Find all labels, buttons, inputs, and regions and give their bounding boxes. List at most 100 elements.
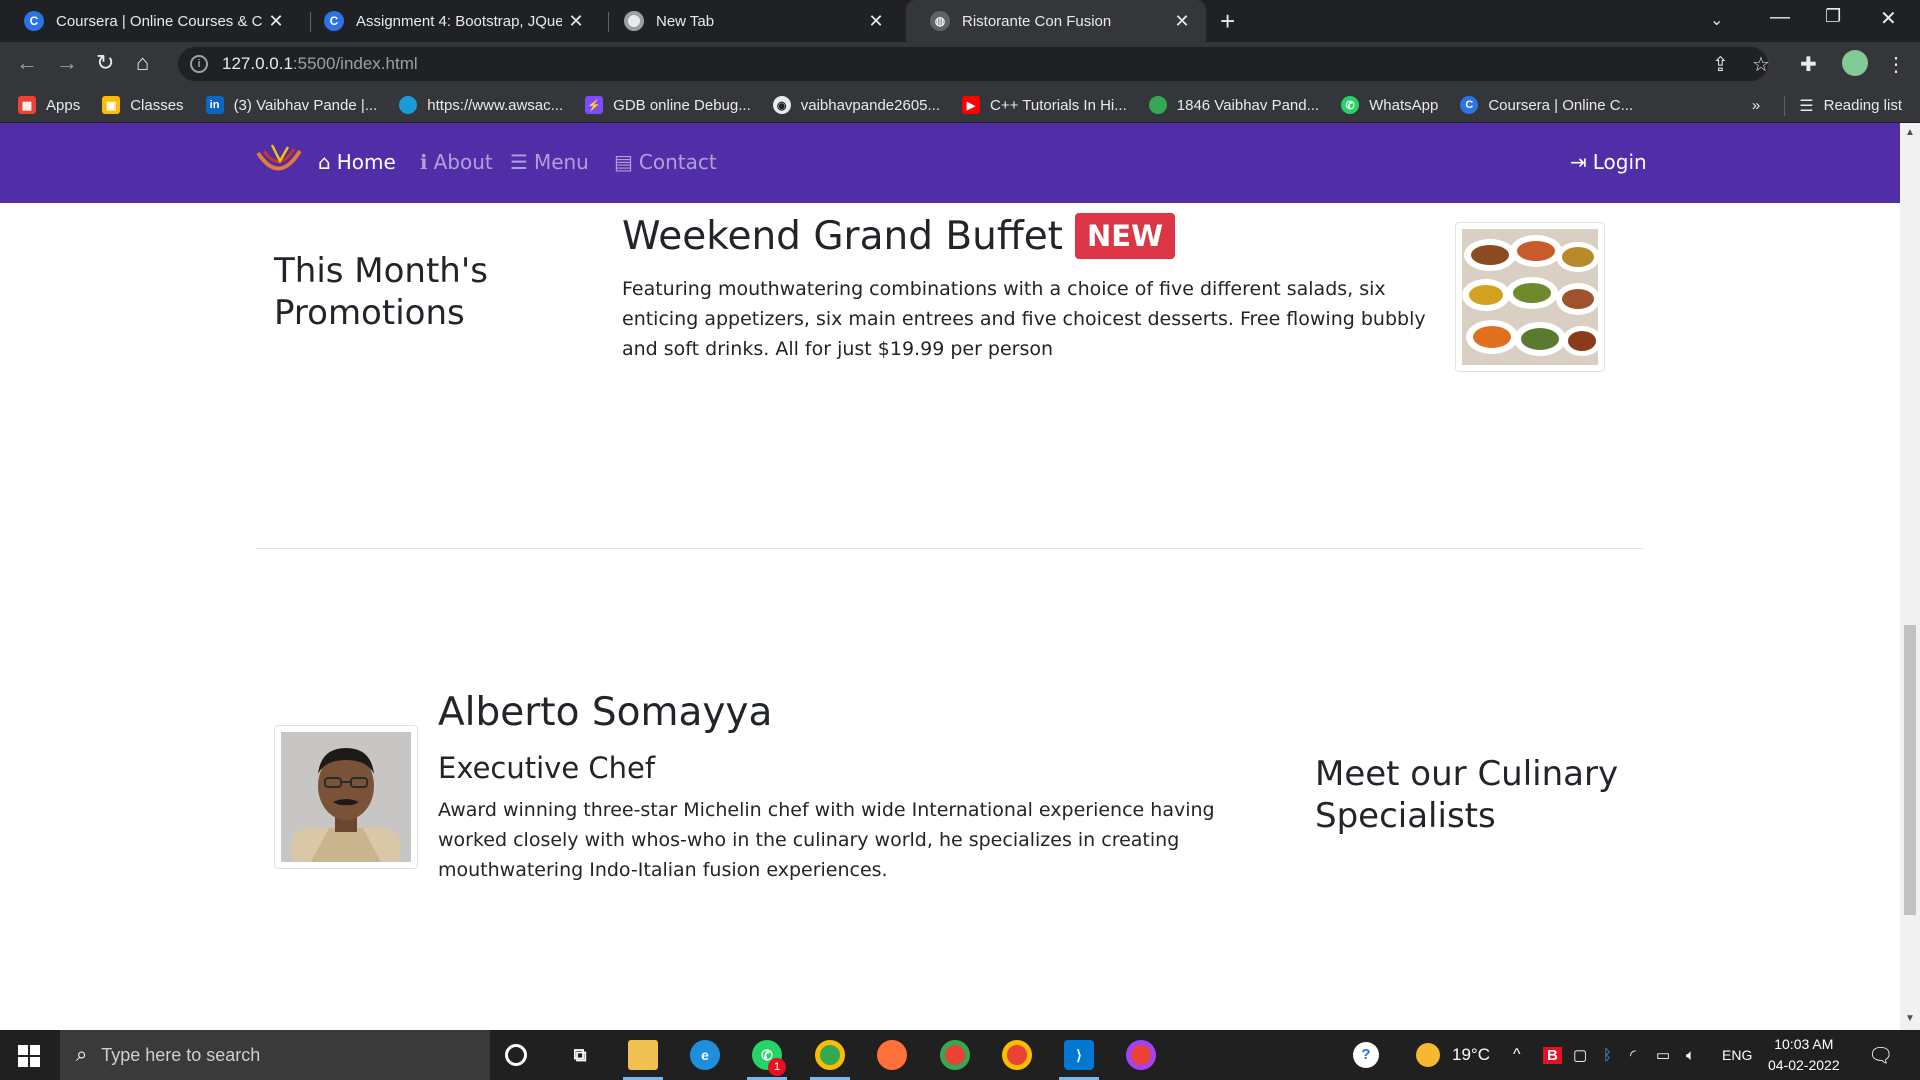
task-view-icon[interactable]: ⧉ xyxy=(565,1040,595,1070)
bookmark-label: https://www.awsac... xyxy=(427,96,564,114)
nav-home-label: Home xyxy=(336,150,396,174)
address-bar[interactable]: i 127.0.0.1:5500/index.html xyxy=(178,47,1768,81)
search-icon: ⌕ xyxy=(76,1043,88,1066)
meet-now-icon[interactable]: ▢ xyxy=(1573,1030,1587,1080)
chrome-profile-icon[interactable] xyxy=(940,1040,970,1070)
cortana-icon[interactable] xyxy=(505,1044,527,1066)
bookmark-gdb[interactable]: ⚡ GDB online Debug... xyxy=(585,96,751,114)
back-icon[interactable]: ← xyxy=(16,50,38,76)
forward-icon[interactable]: → xyxy=(56,50,78,76)
volume-icon[interactable]: 🔈︎ xyxy=(1686,1030,1695,1080)
notifications-icon[interactable]: 🗨︎ xyxy=(1868,1030,1893,1080)
close-icon[interactable]: ✕ xyxy=(262,11,290,32)
chrome-profile-icon[interactable] xyxy=(1126,1040,1156,1070)
chef-role: Executive Chef xyxy=(438,751,656,785)
restaurant-logo[interactable] xyxy=(254,141,304,183)
nav-menu[interactable]: ☰ Menu xyxy=(510,150,589,174)
tab-search-icon[interactable]: ⌄ xyxy=(1710,10,1723,30)
home-icon[interactable]: ⌂ xyxy=(136,50,149,76)
linkedin-icon: in xyxy=(205,96,224,114)
battery-icon[interactable]: ▭ xyxy=(1656,1030,1670,1080)
bookmark-label: Apps xyxy=(46,96,81,114)
bluetooth-icon[interactable]: ᛒ xyxy=(1603,1030,1612,1080)
bookmark-classes[interactable]: ▣ Classes xyxy=(102,96,184,114)
chef-name: Alberto Somayya xyxy=(438,690,773,735)
show-hidden-icons[interactable]: ^ xyxy=(1513,1030,1521,1080)
bookmark-linkedin[interactable]: in (3) Vaibhav Pande |... xyxy=(205,96,377,114)
coursera-icon: C xyxy=(324,11,344,31)
window-close-icon[interactable]: ✕ xyxy=(1880,6,1897,31)
tab-title: Ristorante Con Fusion xyxy=(962,12,1112,30)
buffet-image xyxy=(1455,222,1605,372)
tab-assignment[interactable]: C Assignment 4: Bootstrap, JQuery ✕ xyxy=(300,0,600,42)
promotion-description: Featuring mouthwatering combinations wit… xyxy=(622,278,1426,360)
app-tray-icon[interactable]: B xyxy=(1543,1030,1562,1080)
chef-photo xyxy=(281,732,411,868)
reload-icon[interactable]: ↻ xyxy=(96,50,114,76)
site-info-icon[interactable]: i xyxy=(190,55,208,73)
tab-ristorante[interactable]: ◍ Ristorante Con Fusion ✕ xyxy=(906,0,1206,42)
extensions-icon[interactable]: ✚ xyxy=(1800,52,1817,77)
reading-list-label[interactable]: Reading list xyxy=(1824,97,1902,114)
bookmark-label: Coursera | Online C... xyxy=(1488,96,1634,114)
chrome-icon[interactable] xyxy=(815,1040,845,1070)
help-icon[interactable]: ? xyxy=(1353,1030,1379,1080)
tab-title: Assignment 4: Bootstrap, JQuery xyxy=(356,12,562,30)
clock-time: 10:03 AM xyxy=(1774,1036,1834,1052)
new-tab-icon[interactable]: + xyxy=(1220,6,1235,37)
section-divider xyxy=(256,548,1644,549)
tab-new-tab[interactable]: New Tab ✕ xyxy=(600,0,900,42)
coursera-icon: C xyxy=(1460,96,1479,114)
chrome-profile-icon[interactable] xyxy=(1002,1040,1032,1070)
bookmark-vaibhav[interactable]: 1846 Vaibhav Pand... xyxy=(1148,96,1319,114)
weather-widget[interactable]: 19°C xyxy=(1416,1030,1490,1080)
login-button[interactable]: ⇥ Login xyxy=(1570,150,1647,174)
bookmark-whatsapp[interactable]: ✆ WhatsApp xyxy=(1341,96,1438,114)
restore-icon[interactable]: ❐ xyxy=(1825,6,1841,27)
minimize-icon[interactable]: — xyxy=(1770,6,1790,29)
reading-list-icon[interactable]: ☰ xyxy=(1799,96,1813,116)
vscode-icon[interactable]: ⟩ xyxy=(1064,1040,1094,1070)
page-scrollbar[interactable]: ▲ ▼ xyxy=(1900,123,1920,1030)
close-icon[interactable]: ✕ xyxy=(862,11,890,32)
bookmark-label: GDB online Debug... xyxy=(613,96,751,114)
list-icon: ☰ xyxy=(510,150,528,174)
windows-start-icon[interactable] xyxy=(18,1045,40,1067)
share-icon[interactable]: ⇪ xyxy=(1712,52,1729,77)
bookmark-label: vaibhavpande2605... xyxy=(800,96,941,114)
taskbar-search[interactable]: ⌕ Type here to search xyxy=(60,1030,490,1080)
tab-strip: C Coursera | Online Courses & Crec ✕ C A… xyxy=(0,0,1920,42)
bookmark-aws[interactable]: https://www.awsac... xyxy=(399,96,563,114)
edge-icon[interactable]: e xyxy=(690,1040,720,1070)
bookmark-youtube[interactable]: ▶ C++ Tutorials In Hi... xyxy=(962,96,1127,114)
clock[interactable]: 10:03 AM 04-02-2022 xyxy=(1768,1034,1840,1076)
bookmark-star-icon[interactable]: ☆ xyxy=(1752,52,1770,77)
windows-taskbar: ⌕ Type here to search ⧉ e ✆ 1 ⟩ ? 19°C ^… xyxy=(0,1030,1920,1080)
scroll-up-icon[interactable]: ▲ xyxy=(1905,127,1915,138)
bookmark-coursera[interactable]: C Coursera | Online C... xyxy=(1460,96,1633,114)
bookmark-apps[interactable]: ▦ Apps xyxy=(18,96,80,114)
nav-home[interactable]: ⌂ Home xyxy=(318,150,396,174)
profile-avatar[interactable] xyxy=(1842,50,1868,76)
language-indicator[interactable]: ENG xyxy=(1722,1030,1752,1080)
file-explorer-icon[interactable] xyxy=(628,1040,658,1070)
kebab-menu-icon[interactable]: ⋮ xyxy=(1886,52,1906,77)
tab-coursera[interactable]: C Coursera | Online Courses & Crec ✕ xyxy=(0,0,300,42)
close-icon[interactable]: ✕ xyxy=(1168,11,1196,32)
sign-in-icon: ⇥ xyxy=(1570,150,1587,174)
close-icon[interactable]: ✕ xyxy=(562,11,590,32)
nav-about[interactable]: ℹ About xyxy=(420,150,493,174)
bookmark-github[interactable]: ◉ vaibhavpande2605... xyxy=(772,96,941,114)
firefox-icon[interactable] xyxy=(877,1040,907,1070)
culinary-heading: Meet our Culinary Specialists xyxy=(1315,754,1619,836)
globe-icon xyxy=(1148,96,1167,114)
scrollbar-thumb[interactable] xyxy=(1904,625,1916,915)
nav-contact[interactable]: ▤ Contact xyxy=(614,150,717,174)
scroll-down-icon[interactable]: ▼ xyxy=(1905,1013,1915,1024)
more-bookmarks-chevron[interactable]: » xyxy=(1752,97,1760,114)
info-icon: ℹ xyxy=(420,150,428,174)
tab-title: New Tab xyxy=(656,12,715,30)
globe-icon: ◍ xyxy=(930,11,950,31)
promotion-title: Weekend Grand Buffet NEW xyxy=(622,213,1176,259)
wifi-icon[interactable]: ◜ xyxy=(1630,1030,1636,1080)
